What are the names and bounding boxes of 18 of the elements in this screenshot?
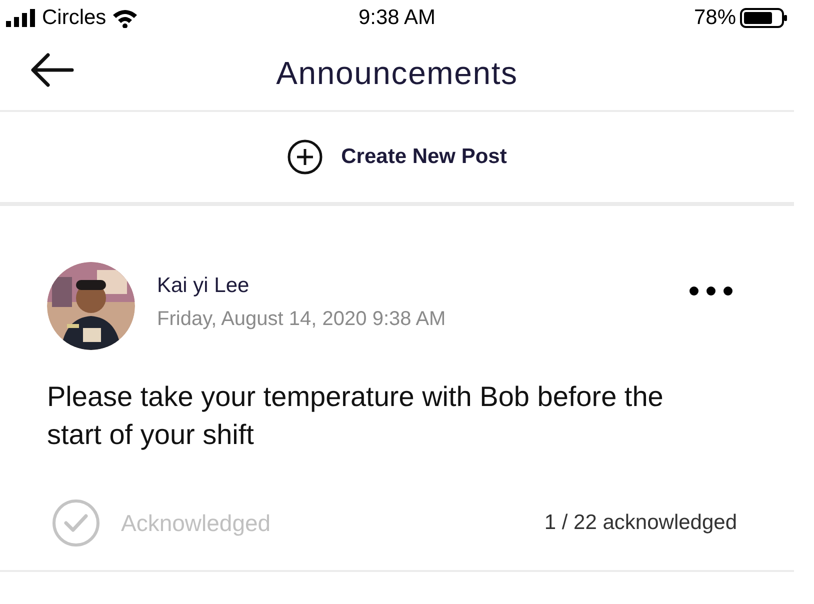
more-options-button[interactable] — [687, 284, 735, 298]
back-button[interactable] — [30, 52, 74, 88]
carrier-name: Circles — [42, 5, 106, 32]
post-timestamp: Friday, August 14, 2020 9:38 AM — [157, 306, 447, 332]
plus-circle-icon — [287, 139, 324, 175]
create-post-button[interactable]: Create New Post — [287, 139, 507, 175]
battery-icon — [740, 7, 788, 29]
more-icon — [689, 286, 733, 296]
status-time: 9:38 AM — [358, 5, 436, 32]
post-body: Please take your temperature with Bob before the start of your shift — [47, 380, 664, 452]
back-arrow-icon — [30, 52, 74, 88]
battery-percent: 78% — [694, 5, 736, 32]
acknowledged-count: 1 / 22 acknowledged — [544, 510, 737, 536]
signal-icon — [6, 9, 36, 27]
author-name: Kai yi Lee — [157, 273, 250, 300]
page-title: Announcements — [276, 54, 518, 93]
checkmark-circle-icon[interactable] — [51, 498, 101, 548]
wifi-icon — [112, 8, 138, 28]
